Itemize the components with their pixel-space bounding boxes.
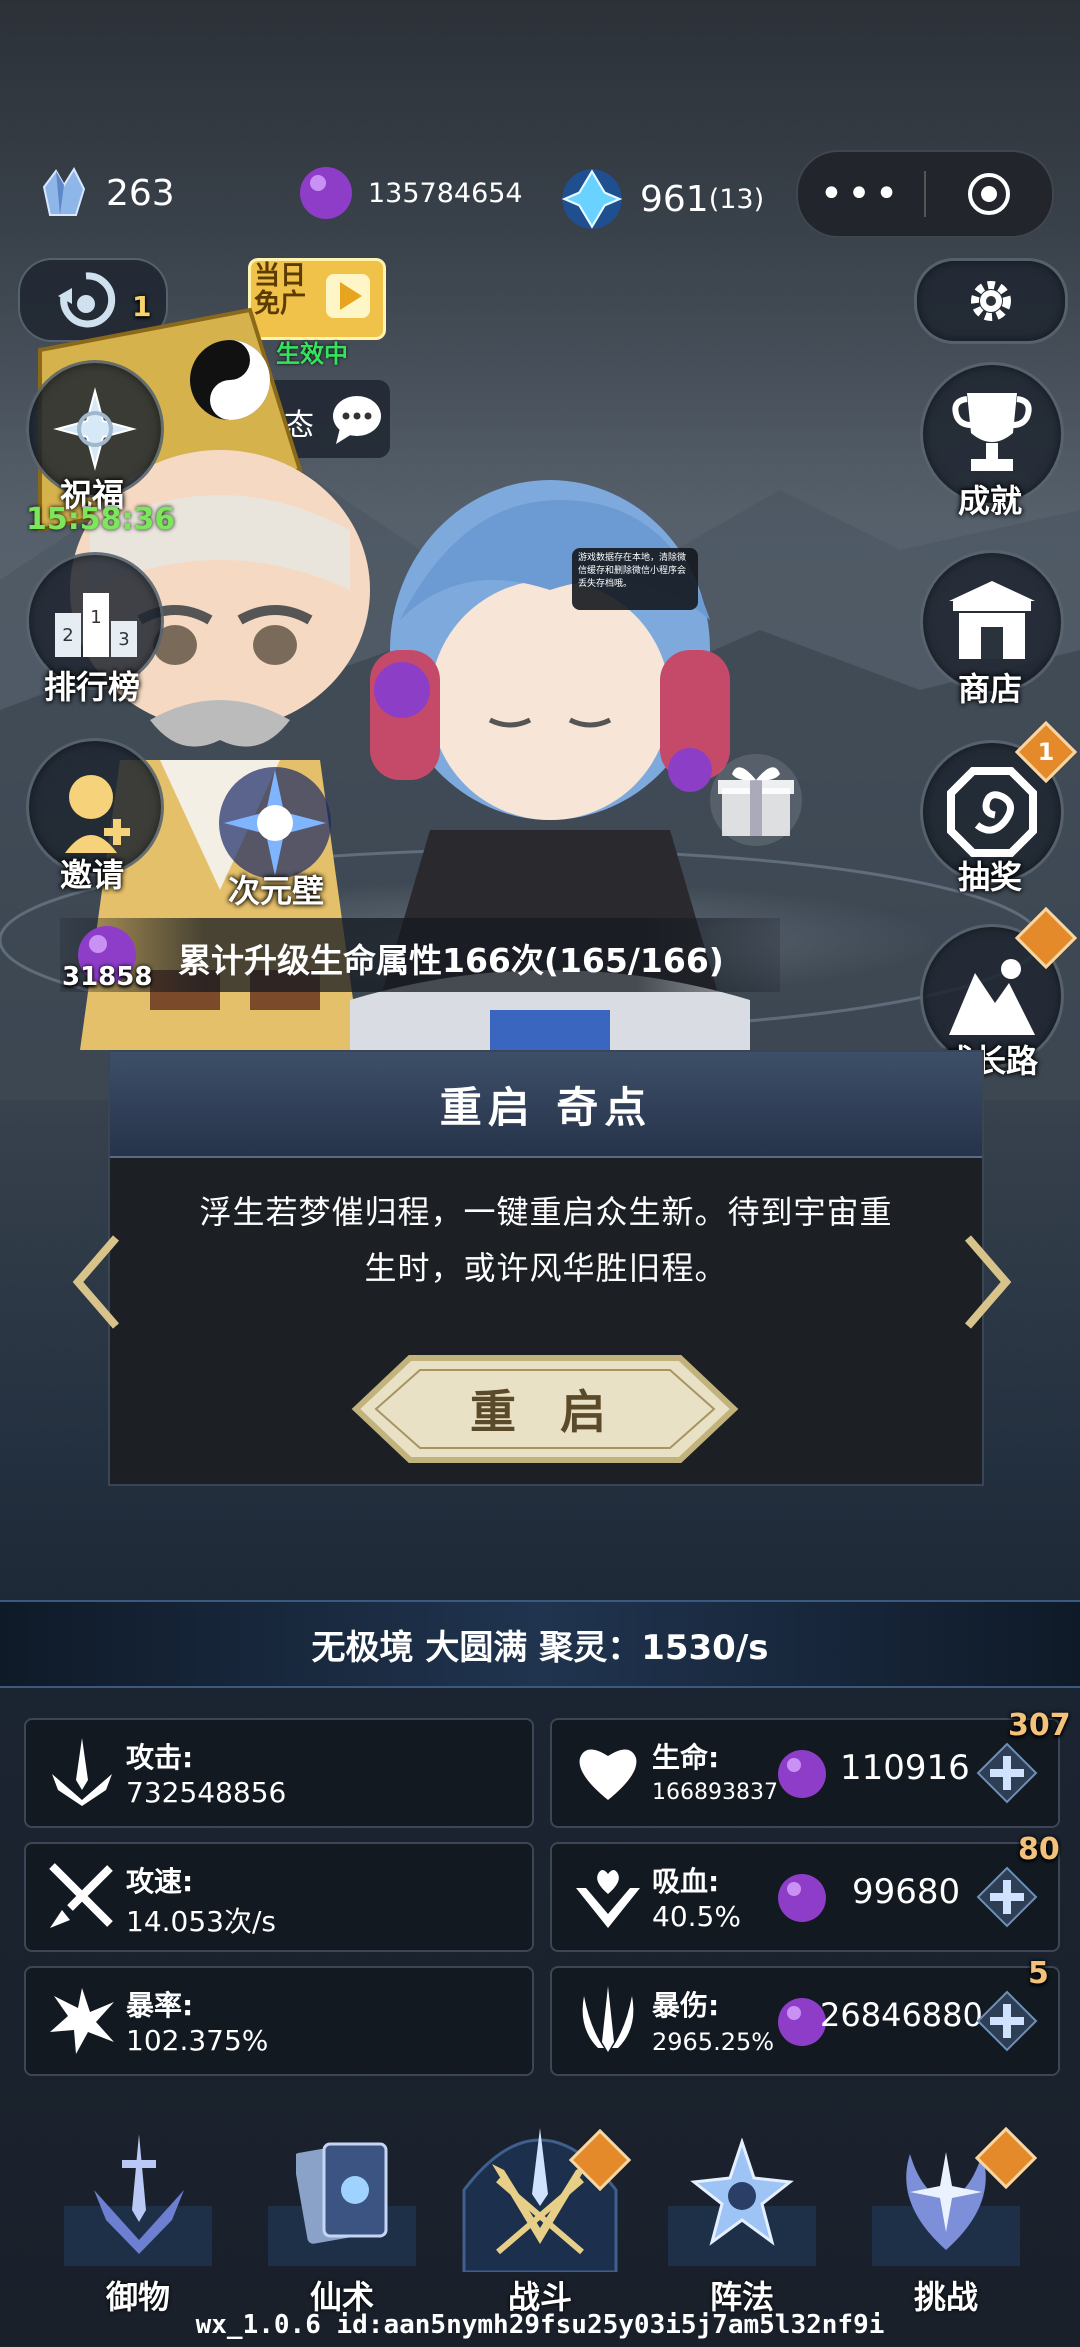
invite-person-icon (65, 775, 130, 853)
speed-value: 14.053次/s (126, 1905, 276, 1938)
vortex-icon (219, 767, 331, 879)
lottery-label: 抽奖 (957, 858, 1022, 896)
purple-orb-icon (778, 1750, 826, 1798)
critdmg-cost: 26846880 (820, 1996, 983, 2034)
orb-count: 135784654 (368, 177, 523, 209)
spell-cards-icon (296, 2142, 388, 2244)
lifesteal-badge: 80 (1018, 1832, 1060, 1867)
compass-star-icon (53, 387, 137, 471)
achievement-label: 成就 (957, 482, 1022, 520)
attack-label: 攻击: (126, 1741, 194, 1774)
target-icon (968, 173, 1010, 215)
lifesteal-value: 40.5% (652, 1900, 741, 1933)
stat-crit-rate: 暴率: 102.375% (24, 1966, 534, 2076)
hp-value: 166893837 (652, 1780, 778, 1805)
attack-value: 732548856 (126, 1776, 287, 1809)
invite-label: 邀请 (59, 856, 124, 894)
free-ad-line1: 当日 (254, 261, 307, 291)
panel-header: 重启 奇点 (110, 1052, 982, 1158)
crit-value: 102.375% (126, 2024, 269, 2057)
realm-status-text: 无极境 大圆满 聚灵：1530/s (311, 1627, 769, 1668)
claw-icon (582, 1986, 634, 2052)
stat-attack-speed: 攻速: 14.053次/s (24, 1842, 534, 1952)
miniprogram-capsule: ••• (796, 150, 1054, 238)
sword-icon (52, 1738, 112, 1806)
trophy-icon (952, 393, 1032, 471)
save-notice-bubble: 游戏数据存在本地，清除微信缓存和删除微信小程序会丢失存档哦。 (572, 548, 698, 610)
panel-description: 浮生若梦催归程，一键重启众生新。待到宇宙重 生时，或许风华胜旧程。 (110, 1184, 982, 1296)
panel-desc-line1: 浮生若梦催归程，一键重启众生新。待到宇宙重 (199, 1193, 893, 1231)
restart-button-label: 重 启 (469, 1385, 620, 1439)
panel-title: 重启 奇点 (439, 1082, 653, 1132)
gear-icon (971, 281, 1011, 321)
build-id: wx_1.0.6 id:aan5nymh29fsu25y03i5j7am5l32… (195, 2310, 885, 2340)
purple-orb-icon (300, 167, 352, 219)
shop-icon (949, 581, 1035, 659)
mountain-icon (949, 959, 1035, 1035)
progress-banner: 累计升级生命属性166次(165/166) (60, 918, 780, 992)
gift-icon[interactable] (708, 752, 804, 848)
orb-small-count: 31858 (62, 962, 153, 992)
crossed-swords-icon (49, 1863, 113, 1928)
crystal-icon (42, 166, 86, 216)
blue-gem-icon (561, 169, 623, 229)
more-button[interactable]: ••• (798, 171, 924, 217)
close-button[interactable] (926, 172, 1052, 216)
chevron-right-icon[interactable] (962, 1234, 1014, 1330)
hp-plus-button[interactable] (976, 1742, 1038, 1804)
lifesteal-label: 吸血: (652, 1865, 720, 1898)
purple-orb-icon (778, 1874, 826, 1922)
chevron-left-icon[interactable] (70, 1234, 122, 1330)
critdmg-plus-button[interactable] (976, 1990, 1038, 2052)
svg-text:2: 2 (62, 625, 73, 646)
settings-button[interactable] (914, 258, 1068, 344)
stat-crit-damage: 暴伤: 2965.25% 26846880 5 (550, 1956, 1060, 2076)
critdmg-badge: 5 (1028, 1956, 1049, 1991)
formation-star-icon (690, 2138, 794, 2246)
hp-cost: 110916 (840, 1748, 970, 1788)
heart-icon (579, 1749, 637, 1800)
gem-resource: 961 (13) (558, 165, 764, 233)
critdmg-label: 暴伤: (652, 1989, 720, 2022)
crystal-count: 263 (106, 172, 175, 214)
gem-extra: (13) (708, 183, 765, 215)
progress-banner-text: 累计升级生命属性166次(165/166) (178, 941, 724, 980)
crystal-resource: 263 (36, 165, 175, 221)
lifesteal-cost: 99680 (852, 1872, 961, 1912)
ranking-label: 排行榜 (43, 668, 140, 706)
podium-icon: 213 (55, 593, 137, 657)
stat-hp: 生命: 166893837 110916 307 (550, 1708, 1071, 1828)
orb-resource: 135784654 (298, 165, 523, 221)
stat-lifesteal: 吸血: 40.5% 99680 80 (550, 1832, 1060, 1952)
crit-label: 暴率: (126, 1989, 194, 2022)
gem-count: 961 (640, 178, 709, 220)
hp-badge: 307 (1008, 1708, 1071, 1743)
stat-attack: 攻击: 732548856 (24, 1718, 534, 1828)
shop-label: 商店 (957, 670, 1022, 708)
restart-panel: 重启 奇点 浮生若梦催归程，一键重启众生新。待到宇宙重 生时，或许风华胜旧程。 … (108, 1050, 984, 1486)
save-notice-text: 游戏数据存在本地，清除微信缓存和删除微信小程序会丢失存档哦。 (578, 553, 687, 589)
crit-burst-icon (50, 1988, 114, 2054)
hp-label: 生命: (652, 1741, 720, 1774)
speed-label: 攻速: (126, 1865, 194, 1898)
svg-text:1: 1 (90, 607, 101, 628)
realm-status-bar: 无极境 大圆满 聚灵：1530/s (0, 1600, 1080, 1688)
treasure-swords-icon (94, 2134, 184, 2254)
lifesteal-plus-button[interactable] (976, 1866, 1038, 1928)
panel-desc-line2: 生时，或许风华胜旧程。 (364, 1249, 728, 1287)
dimension-wall-label: 次元壁 (227, 872, 324, 910)
critdmg-value: 2965.25% (652, 2028, 775, 2056)
svg-text:3: 3 (118, 629, 129, 650)
lifesteal-icon (576, 1870, 640, 1928)
restart-button[interactable]: 重 启 (350, 1354, 740, 1464)
battle-swords-icon (492, 2128, 588, 2255)
blessing-timer: 15:58:36 (26, 502, 176, 537)
lottery-coin-icon (947, 767, 1037, 857)
